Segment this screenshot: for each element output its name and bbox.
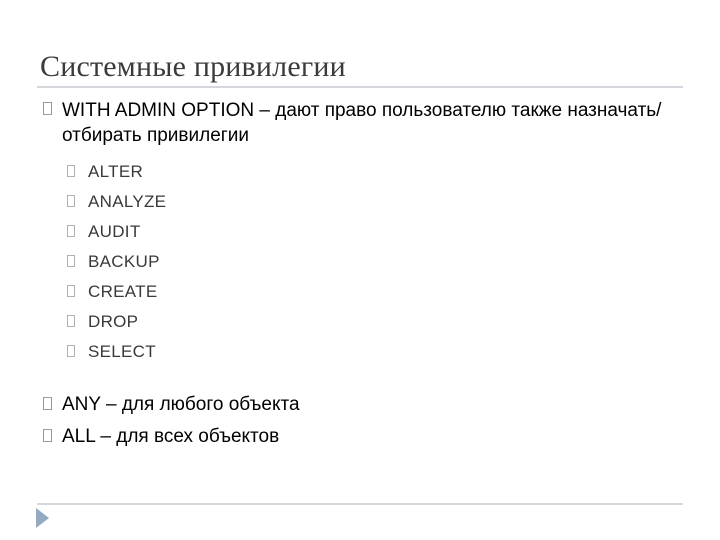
list-item: CREATE [0, 277, 720, 307]
square-bullet-icon [67, 315, 75, 327]
list-item: AUDIT [0, 217, 720, 247]
list-item: ALL – для всех объектов [0, 421, 720, 453]
square-bullet-icon [67, 285, 75, 297]
list-item-label: DROP [88, 312, 139, 331]
bullet-list-level1-tail: ANY – для любого объекта ALL – для всех … [0, 389, 720, 453]
page-title: Системные привилегии [40, 50, 346, 83]
square-bullet-icon [67, 255, 75, 267]
list-item-label: AUDIT [88, 222, 141, 241]
list-item-label: BACKUP [88, 252, 160, 271]
square-bullet-icon [67, 165, 75, 177]
list-item-label: SELECT [88, 342, 156, 361]
square-bullet-icon [67, 345, 75, 357]
slide: Системные привилегии WITH ADMIN OPTION –… [0, 0, 720, 540]
list-item-label: ANALYZE [88, 192, 167, 211]
square-bullet-icon [43, 429, 52, 442]
list-item: WITH ADMIN OPTION – дают право пользоват… [0, 98, 720, 148]
play-triangle-icon [36, 508, 49, 528]
square-bullet-icon [67, 225, 75, 237]
list-item: ANALYZE [0, 187, 720, 217]
list-item-label: WITH ADMIN OPTION – дают право пользоват… [62, 100, 662, 146]
list-item: ALTER [0, 157, 720, 187]
square-bullet-icon [43, 397, 52, 410]
footer-divider [37, 503, 683, 505]
list-item: ANY – для любого объекта [0, 389, 720, 421]
list-item: SELECT [0, 337, 720, 367]
list-item-label: ALTER [88, 162, 144, 181]
bullet-list-level1: WITH ADMIN OPTION – дают право пользоват… [0, 98, 720, 148]
list-item: BACKUP [0, 247, 720, 277]
list-item: DROP [0, 307, 720, 337]
slide-body: WITH ADMIN OPTION – дают право пользоват… [0, 98, 720, 453]
square-bullet-icon [43, 102, 52, 115]
bullet-list-level2: ALTER ANALYZE AUDIT BACKUP CREATE DROP S… [0, 157, 720, 367]
square-bullet-icon [67, 195, 75, 207]
list-item-label: ALL – для всех объектов [62, 426, 280, 447]
title-divider [37, 86, 683, 88]
list-item-label: CREATE [88, 282, 158, 301]
list-item-label: ANY – для любого объекта [62, 394, 300, 415]
